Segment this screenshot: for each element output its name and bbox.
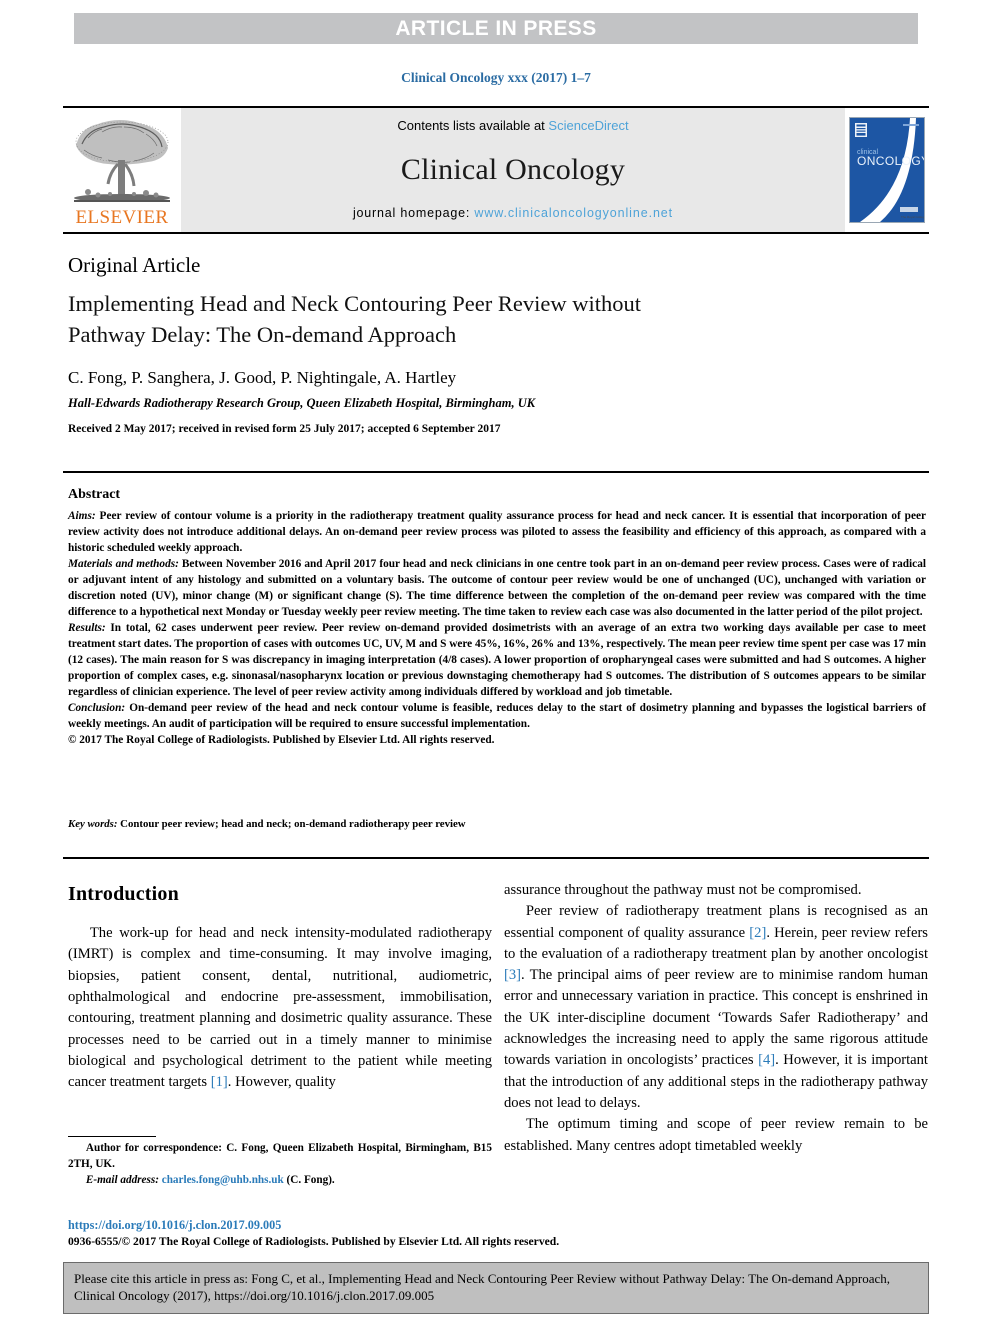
issn-copyright-line: 0936-6555/© 2017 The Royal College of Ra…	[68, 1235, 560, 1248]
citation-ref-3[interactable]: [3]	[504, 967, 521, 983]
abstract-section-results: Results: In total, 62 cases underwent pe…	[68, 620, 926, 700]
email-address-label: E-mail address:	[85, 1174, 159, 1187]
keywords-line: Key words: Contour peer review; head and…	[68, 818, 926, 830]
svg-text:ONCOLOGY: ONCOLOGY	[857, 154, 924, 168]
abstract-copyright: © 2017 The Royal College of Radiologists…	[68, 734, 495, 747]
author-list: C. Fong, P. Sanghera, J. Good, P. Nighti…	[68, 368, 457, 387]
svg-text:The Royal College: The Royal College	[901, 215, 924, 219]
citation-ref-2[interactable]: [2]	[749, 925, 766, 941]
please-cite-box: Please cite this article in press as: Fo…	[63, 1262, 929, 1314]
introduction-heading: Introduction	[68, 883, 179, 905]
article-in-press-label: ARTICLE IN PRESS	[395, 16, 597, 40]
article-history-dates: Received 2 May 2017; received in revised…	[68, 423, 501, 435]
abstract-text-conclusion: On-demand peer review of the head and ne…	[68, 702, 926, 731]
abstract-text-results: In total, 62 cases underwent peer review…	[68, 622, 926, 699]
intro-p1-pre: The work-up for head and neck intensity-…	[68, 925, 492, 1091]
body-column-left: Introduction The work-up for head and ne…	[68, 880, 492, 1094]
abstract-label-conclusion: Conclusion:	[68, 702, 126, 715]
correspondence-footnote: Author for correspondence: C. Fong, Quee…	[68, 1140, 492, 1189]
contents-prefix-label: Contents lists available at	[397, 118, 549, 133]
citation-ref-4[interactable]: [4]	[758, 1052, 775, 1068]
elsevier-logo: ELSEVIER	[63, 108, 181, 232]
homepage-prefix-label: journal homepage:	[352, 206, 475, 220]
intro-p1-post: . However, quality	[227, 1074, 336, 1091]
doi-link[interactable]: https://doi.org/10.1016/j.clon.2017.09.0…	[68, 1218, 281, 1233]
elsevier-wordmark: ELSEVIER	[75, 207, 169, 228]
abstract-label-aims: Aims:	[68, 510, 96, 522]
abstract-top-rule	[63, 471, 929, 474]
please-cite-text: Please cite this article in press as: Fo…	[74, 1271, 891, 1304]
keywords-text: Contour peer review; head and neck; on-d…	[117, 818, 466, 830]
article-type-label: Original Article	[68, 253, 201, 277]
email-address-link[interactable]: charles.fong@uhb.nhs.uk	[162, 1174, 284, 1186]
journal-homepage-link[interactable]: www.clinicaloncologyonline.net	[474, 206, 673, 220]
body-column-right: assurance throughout the pathway must no…	[504, 880, 928, 1157]
journal-cover-artwork-icon: clinical ONCOLOGY The Royal College	[850, 118, 924, 222]
page-title: Implementing Head and Neck Contouring Pe…	[68, 291, 641, 348]
abstract-text-aims: Peer review of contour volume is a prior…	[68, 510, 926, 555]
intro-paragraph-2: Peer review of radiotherapy treatment pl…	[504, 901, 928, 1114]
abstract-section-conclusion: Conclusion: On-demand peer review of the…	[68, 700, 926, 732]
journal-title: Clinical Oncology	[400, 152, 626, 186]
abstract-bottom-rule	[63, 857, 929, 860]
keywords-label: Key words:	[68, 818, 118, 830]
email-line: E-mail address: charles.fong@uhb.nhs.uk …	[68, 1172, 492, 1188]
citation-ref-1[interactable]: [1]	[211, 1074, 228, 1090]
journal-cover-thumbnail: clinical ONCOLOGY The Royal College	[845, 108, 929, 232]
masthead-center: Contents lists available at ScienceDirec…	[181, 108, 845, 232]
abstract-label-methods: Materials and methods:	[68, 558, 179, 571]
journal-cover-image: clinical ONCOLOGY The Royal College	[849, 117, 925, 223]
email-suffix: (C. Fong).	[283, 1174, 335, 1187]
journal-masthead: ELSEVIER Contents lists available at Sci…	[63, 106, 929, 234]
abstract-text-methods: Between November 2016 and April 2017 fou…	[68, 558, 926, 619]
abstract-section-aims: Aims: Peer review of contour volume is a…	[68, 508, 926, 556]
running-head-citation: Clinical Oncology xxx (2017) 1–7	[401, 70, 591, 85]
journal-homepage-line: journal homepage: www.clinicaloncologyon…	[353, 206, 673, 220]
abstract-body: Aims: Peer review of contour volume is a…	[68, 508, 926, 748]
footnote-separator-rule	[68, 1136, 156, 1138]
contents-lists-line: Contents lists available at ScienceDirec…	[397, 118, 628, 133]
abstract-section-methods: Materials and methods: Between November …	[68, 556, 926, 620]
intro-paragraph-3: The optimum timing and scope of peer rev…	[504, 1116, 928, 1154]
intro-paragraph-1-continued: assurance throughout the pathway must no…	[504, 882, 862, 898]
intro-paragraph-1: The work-up for head and neck intensity-…	[68, 923, 492, 1093]
affiliation-line: Hall-Edwards Radiotherapy Research Group…	[68, 396, 536, 410]
correspondence-address: Author for correspondence: C. Fong, Quee…	[68, 1142, 492, 1171]
sciencedirect-link[interactable]: ScienceDirect	[548, 118, 628, 133]
abstract-heading: Abstract	[68, 487, 121, 502]
abstract-label-results: Results:	[68, 622, 106, 635]
elsevier-tree-icon	[74, 120, 170, 202]
article-in-press-banner: ARTICLE IN PRESS	[74, 13, 918, 44]
